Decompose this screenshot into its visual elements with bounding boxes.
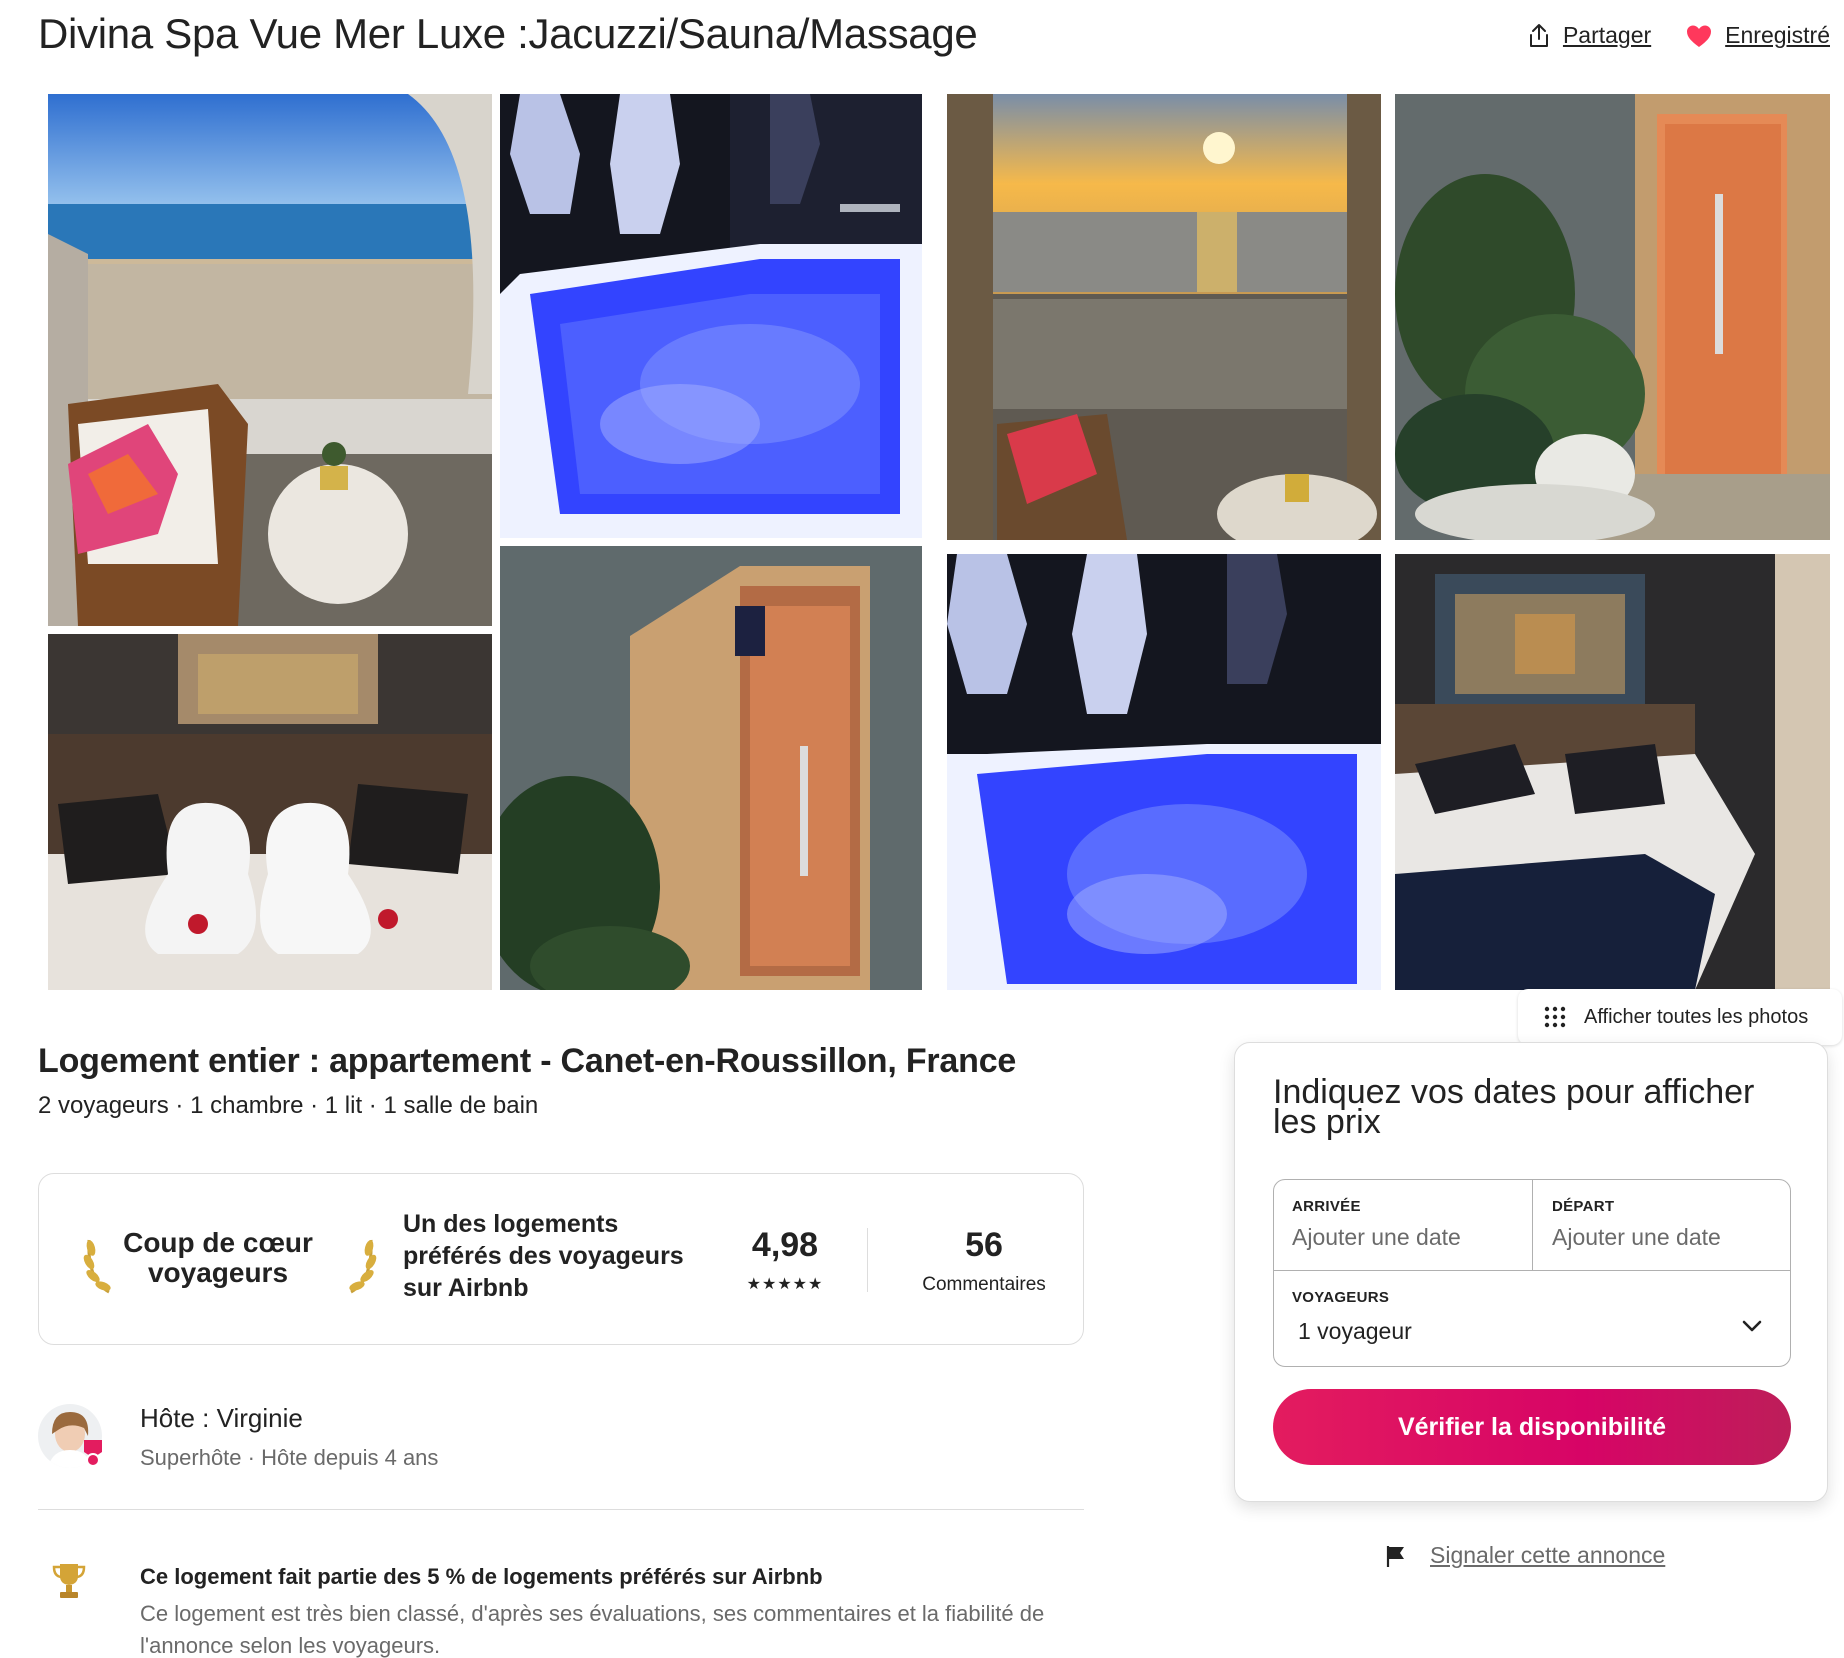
guest-favorite-description: Un des logements préférés des voyageurs … [403, 1210, 684, 1302]
listing-title: Divina Spa Vue Mer Luxe :Jacuzzi/Sauna/M… [38, 10, 978, 57]
check-availability-button[interactable]: Vérifier la disponibilité [1273, 1389, 1791, 1465]
checkin-label: ARRIVÉE [1292, 1198, 1361, 1215]
photo-towel-swans[interactable] [48, 634, 492, 990]
report-listing-link[interactable]: Signaler cette annonce [1384, 1542, 1665, 1569]
reviews-label[interactable]: Commentaires [899, 1274, 1069, 1296]
top-actions: Partager Enregistré [1527, 22, 1830, 49]
photo-sauna-plants[interactable] [1395, 94, 1830, 540]
host-subtitle: Superhôte · Hôte depuis 4 ans [140, 1445, 439, 1470]
saved-label: Enregistré [1725, 22, 1830, 48]
save-button[interactable]: Enregistré [1685, 22, 1830, 49]
section-divider [38, 1509, 1084, 1510]
heart-icon [1687, 25, 1712, 47]
guests-label: VOYAGEURS [1292, 1289, 1390, 1306]
checkin-placeholder: Ajouter une date [1292, 1224, 1461, 1250]
photo-jacuzzi-robes[interactable] [947, 554, 1381, 990]
share-button[interactable]: Partager [1527, 22, 1651, 49]
host-name: Hôte : Virginie [140, 1403, 303, 1433]
share-icon [1529, 23, 1548, 47]
checkin-field[interactable]: ARRIVÉE Ajouter une date [1274, 1180, 1532, 1270]
booking-title: Indiquez vos dates pour afficher les pri… [1273, 1073, 1755, 1141]
highlight-description: Ce logement est très bien classé, d'aprè… [140, 1601, 1045, 1658]
guest-favorite-title: Coup de cœur voyageurs [123, 1227, 313, 1288]
rating-value: 4,98 [751, 1226, 819, 1264]
laurel-left-icon [83, 1239, 111, 1294]
photo-sunset-balcony[interactable] [947, 94, 1381, 540]
checkout-label: DÉPART [1552, 1198, 1615, 1215]
listing-details: 2 voyageurs · 1 chambre · 1 lit · 1 sall… [38, 1092, 539, 1119]
booking-card: Indiquez vos dates pour afficher les pri… [1234, 1042, 1828, 1502]
listing-subtitle: Logement entier : appartement - Canet-en… [38, 1042, 1017, 1080]
divider [867, 1228, 868, 1292]
grid-dots-icon [1544, 1006, 1566, 1028]
photo-jacuzzi[interactable] [500, 94, 922, 538]
checkout-field[interactable]: DÉPART Ajouter une date [1533, 1180, 1792, 1270]
superhost-badge-icon [84, 1440, 102, 1467]
rating-stars: ★★★★★ [746, 1276, 824, 1293]
guest-favorite-card[interactable]: Coup de cœur voyageurs Un des logements … [38, 1173, 1084, 1345]
photo-gallery: Afficher toutes les photos [48, 94, 1842, 1045]
photo-sauna-cabin[interactable] [500, 546, 922, 990]
photo-balcony-sea[interactable] [48, 94, 492, 626]
checkout-placeholder: Ajouter une date [1552, 1224, 1721, 1250]
show-all-photos-label: Afficher toutes les photos [1584, 1005, 1809, 1028]
trophy-icon [52, 1564, 86, 1598]
chevron-down-icon[interactable] [1740, 1314, 1764, 1338]
highlight-title: Ce logement fait partie des 5 % de logem… [140, 1564, 823, 1589]
date-guest-picker: ARRIVÉE Ajouter une date DÉPART Ajouter … [1273, 1179, 1791, 1367]
show-all-photos-button[interactable]: Afficher toutes les photos [1518, 989, 1842, 1045]
guests-value: 1 voyageur [1298, 1318, 1412, 1344]
photo-bedroom[interactable] [1395, 554, 1830, 990]
laurel-right-icon [349, 1239, 377, 1294]
share-label: Partager [1562, 22, 1652, 48]
flag-icon [1386, 1545, 1404, 1567]
reviews-count[interactable]: 56 [899, 1226, 1069, 1265]
report-label: Signaler cette annonce [1430, 1542, 1666, 1568]
